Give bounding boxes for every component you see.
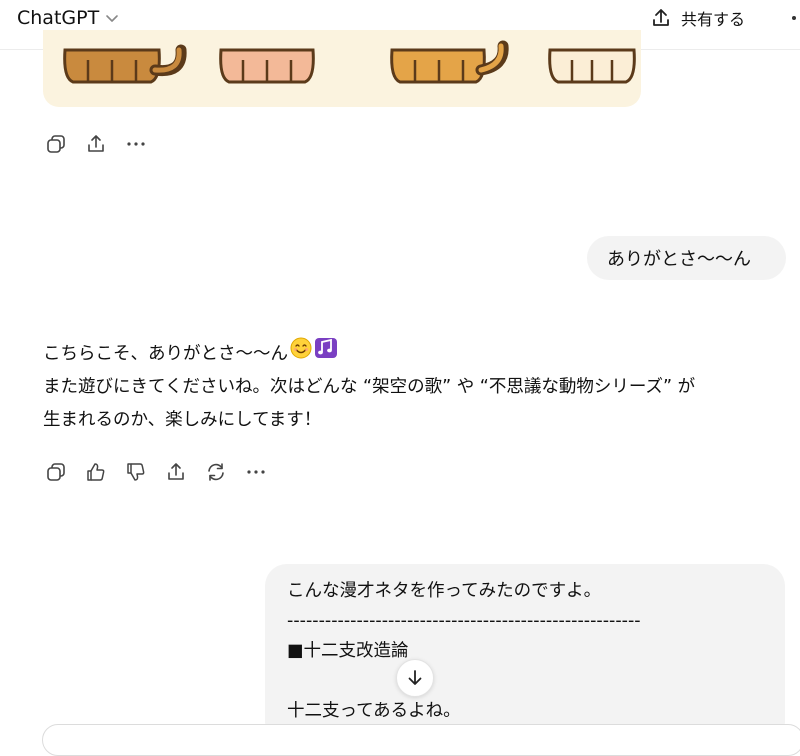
model-name: ChatGPT (17, 7, 100, 29)
user-message-line (287, 666, 763, 696)
bad-response-button[interactable] (116, 455, 156, 489)
musical-notes-emoji (314, 337, 338, 371)
image-actions (36, 127, 156, 161)
assistant-line: 生まれるのか、楽しみにしてます！ (43, 410, 322, 430)
share-icon (653, 9, 669, 26)
regenerate-icon (208, 463, 224, 481)
good-response-button[interactable] (76, 455, 116, 489)
smiling-face-emoji (290, 337, 312, 371)
scroll-to-bottom-button[interactable] (396, 659, 434, 697)
copy-button[interactable] (36, 127, 76, 161)
regenerate-button[interactable] (196, 455, 236, 489)
divider-line: ----------------------------------------… (287, 611, 641, 631)
more-actions-button[interactable] (116, 127, 156, 161)
more-options-icon[interactable] (792, 16, 796, 20)
assistant-line: こちらこそ、ありがとさ〜〜ん (43, 337, 795, 371)
user-message: こんな漫才ネタを作ってみたのですよ。 ---------------------… (265, 564, 785, 744)
more-actions-button[interactable] (236, 455, 276, 489)
user-message: ありがとさ〜〜ん (587, 236, 786, 280)
more-icon (127, 142, 145, 146)
generated-image[interactable] (43, 30, 641, 107)
assistant-line: また遊びにきてくださいね。次はどんな “架空の歌” や “不思議な動物シリーズ”… (43, 377, 696, 397)
message-composer[interactable] (42, 724, 800, 756)
share-icon (88, 135, 104, 152)
share-image-button[interactable] (76, 127, 116, 161)
share-label: 共有する (681, 10, 746, 29)
message-actions (36, 455, 276, 489)
model-selector[interactable]: ChatGPT (17, 4, 119, 32)
share-icon (168, 463, 184, 480)
chevron-down-icon (106, 15, 119, 22)
arrow-down-icon (408, 670, 422, 685)
thumbs-down-icon (127, 463, 145, 481)
thumbs-up-icon (87, 463, 105, 481)
more-icon (247, 470, 265, 474)
share-button[interactable]: 共有する (650, 4, 745, 32)
assistant-message: こちらこそ、ありがとさ〜〜ん また遊びにきてくださいね。次はどんな “架空の歌”… (43, 337, 795, 437)
copy-icon (47, 463, 65, 481)
copy-icon (47, 135, 65, 153)
user-message-line: 十二支ってあるよね。 (287, 701, 461, 721)
user-message-line: こんな漫才ネタを作ってみたのですよ。 (287, 581, 602, 601)
copy-button[interactable] (36, 455, 76, 489)
user-message-text: ありがとさ〜〜ん (607, 249, 751, 270)
share-message-button[interactable] (156, 455, 196, 489)
cat-illustration (63, 40, 636, 84)
user-message-line: ■十二支改造論 (287, 641, 409, 661)
